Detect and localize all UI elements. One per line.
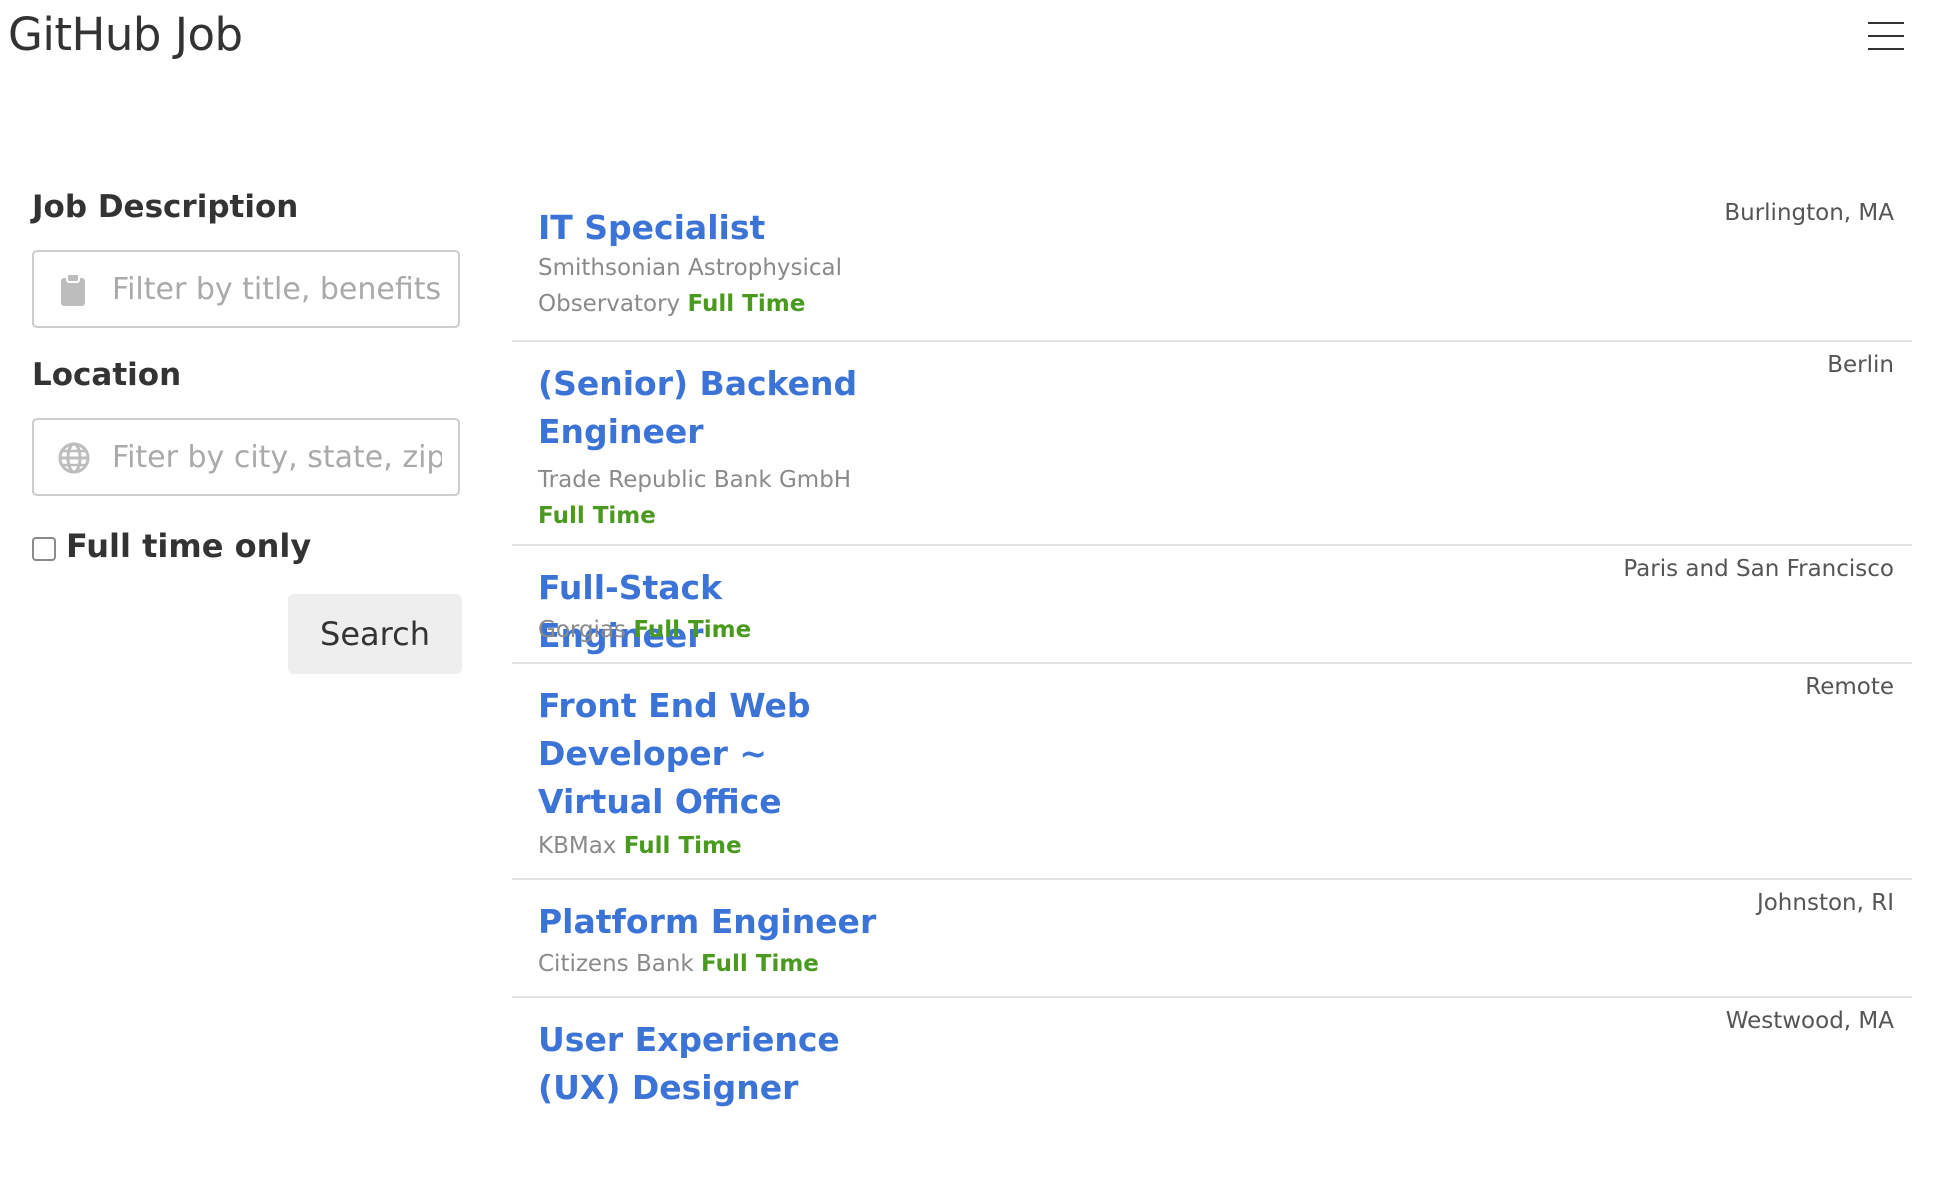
job-type-label: Full Time	[687, 291, 806, 317]
job-card: (Senior) Backend Engineer Trade Republic…	[512, 342, 1912, 546]
job-location: Berlin	[1827, 352, 1894, 378]
job-location: Paris and San Francisco	[1623, 556, 1894, 582]
job-title-link[interactable]: User Experience (UX) Designer	[538, 1016, 898, 1112]
job-location: Burlington, MA	[1724, 200, 1894, 226]
job-description-field[interactable]	[32, 250, 460, 328]
hamburger-menu-icon[interactable]	[1868, 22, 1904, 50]
job-title-link[interactable]: IT Specialist	[538, 204, 898, 252]
job-card: IT Specialist Smithsonian Astrophysical …	[512, 190, 1912, 342]
job-location: Remote	[1805, 674, 1894, 700]
job-title-link[interactable]: Front End Web Developer ~ Virtual Office	[538, 682, 898, 826]
location-label: Location	[32, 357, 182, 393]
fulltime-only-label[interactable]: Full time only	[66, 527, 311, 565]
fulltime-only-option[interactable]: Full time only	[32, 526, 462, 566]
menu-bar-bottom	[1868, 48, 1904, 50]
job-description-input[interactable]	[112, 252, 442, 326]
job-title-link[interactable]: Platform Engineer	[538, 898, 898, 946]
company-name: Citizens Bank	[538, 951, 694, 977]
menu-bar-top	[1868, 22, 1904, 24]
job-meta: Smithsonian Astrophysical Observatory Fu…	[538, 250, 878, 322]
clipboard-icon	[58, 273, 88, 306]
job-card: Full-Stack Engineer Gorgias Full Time Pa…	[512, 546, 1912, 664]
location-input[interactable]	[112, 420, 442, 494]
job-location: Westwood, MA	[1725, 1008, 1894, 1034]
job-type-label: Full Time	[538, 503, 656, 529]
company-name: Gorgias	[538, 617, 627, 643]
company-name: Trade Republic Bank GmbH	[538, 467, 852, 493]
filter-sidebar: Job Description Location Full time only …	[32, 186, 462, 674]
job-card: Platform Engineer Citizens Bank Full Tim…	[512, 880, 1912, 998]
job-card: Front End Web Developer ~ Virtual Office…	[512, 664, 1912, 880]
job-description-label: Job Description	[32, 189, 299, 225]
job-type-label: Full Time	[623, 833, 742, 859]
location-field[interactable]	[32, 418, 460, 496]
fulltime-only-checkbox[interactable]	[32, 537, 56, 561]
search-button[interactable]: Search	[288, 594, 462, 674]
job-meta: KBMax Full Time	[538, 828, 878, 864]
job-card: User Experience (UX) Designer Westwood, …	[512, 998, 1912, 1198]
job-title-link[interactable]: (Senior) Backend Engineer	[538, 360, 898, 456]
job-meta: Gorgias Full Time	[538, 612, 878, 648]
job-meta: Citizens Bank Full Time	[538, 946, 878, 982]
job-type-label: Full Time	[633, 617, 752, 643]
menu-bar-middle	[1868, 35, 1904, 37]
company-name: KBMax	[538, 833, 617, 859]
app-title: GitHub Job	[8, 8, 243, 61]
job-location: Johnston, RI	[1756, 890, 1894, 916]
job-type-label: Full Time	[701, 951, 819, 977]
globe-icon	[58, 442, 90, 474]
job-meta: Trade Republic Bank GmbH Full Time	[538, 462, 878, 534]
job-list: IT Specialist Smithsonian Astrophysical …	[512, 190, 1912, 1198]
